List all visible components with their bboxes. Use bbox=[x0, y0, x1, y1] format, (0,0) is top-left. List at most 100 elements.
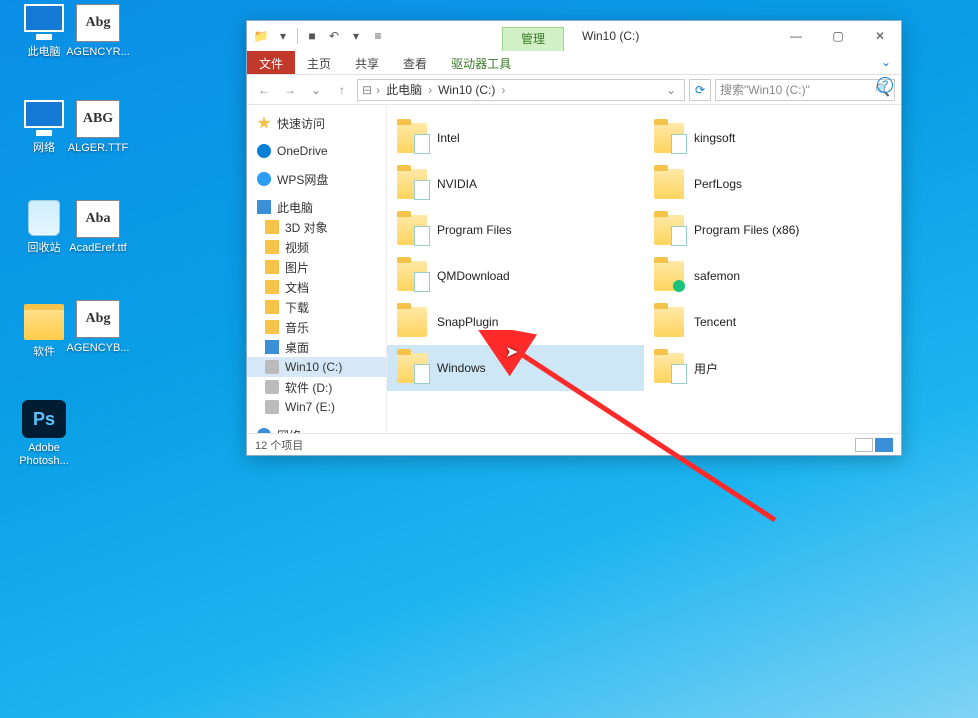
qat-pin[interactable]: ▾ bbox=[273, 26, 293, 46]
qat-undo[interactable]: ↶ bbox=[324, 26, 344, 46]
folder-icon bbox=[654, 307, 684, 337]
sidebar-wps[interactable]: WPS网盘 bbox=[247, 169, 386, 189]
folder-item[interactable]: PerfLogs bbox=[644, 161, 901, 207]
folder-item[interactable]: Program Files bbox=[387, 207, 644, 253]
chevron-right-icon: › bbox=[376, 83, 380, 97]
tab-share[interactable]: 共享 bbox=[343, 51, 391, 74]
status-text: 12 个项目 bbox=[255, 437, 303, 453]
minimize-button[interactable]: — bbox=[775, 21, 817, 51]
ribbon: 文件 主页 共享 查看 驱动器工具 ⌄ bbox=[247, 51, 901, 75]
tab-home[interactable]: 主页 bbox=[295, 51, 343, 74]
sidebar: 快速访问 OneDrive WPS网盘 此电脑 3D 对象 视频 图片 文档 下… bbox=[247, 105, 387, 433]
drive-icon: ⊟ bbox=[362, 83, 372, 97]
desktop-icon-font[interactable]: AbaAcadEref.ttf bbox=[62, 200, 134, 255]
ribbon-expand[interactable]: ⌄ bbox=[871, 51, 901, 74]
sidebar-drive-d[interactable]: 软件 (D:) bbox=[247, 377, 386, 397]
folder-icon bbox=[397, 169, 427, 199]
recycle-icon bbox=[22, 200, 66, 238]
folder-icon bbox=[654, 123, 684, 153]
drive-icon bbox=[265, 360, 279, 374]
tab-view[interactable]: 查看 bbox=[391, 51, 439, 74]
star-icon bbox=[257, 116, 271, 130]
cloud-icon bbox=[257, 172, 271, 186]
sidebar-item[interactable]: 下载 bbox=[247, 297, 386, 317]
desktop-icon-font[interactable]: AbgAGENCYB... bbox=[62, 300, 134, 355]
explorer-window: 📁 ▾ ■ ↶ ▾ ≡ 管理 Win10 (C:) — ▢ ✕ 文件 主页 共享… bbox=[246, 20, 902, 456]
folder-item[interactable]: 用户 bbox=[644, 345, 901, 391]
folder-item[interactable]: kingsoft bbox=[644, 115, 901, 161]
close-button[interactable]: ✕ bbox=[859, 21, 901, 51]
folder-item[interactable]: Tencent bbox=[644, 299, 901, 345]
folder-icon bbox=[654, 261, 684, 291]
view-details[interactable] bbox=[855, 438, 873, 452]
window-title: Win10 (C:) bbox=[564, 21, 639, 51]
nav-up[interactable]: ↑ bbox=[331, 79, 353, 101]
sidebar-item[interactable]: 文档 bbox=[247, 277, 386, 297]
sidebar-network[interactable]: 网络 bbox=[247, 425, 386, 433]
font-icon: Abg bbox=[76, 4, 120, 42]
sidebar-item[interactable]: 视频 bbox=[247, 237, 386, 257]
body: 快速访问 OneDrive WPS网盘 此电脑 3D 对象 视频 图片 文档 下… bbox=[247, 105, 901, 433]
sidebar-drive-c[interactable]: Win10 (C:) bbox=[247, 357, 386, 377]
breadcrumb-seg[interactable]: 此电脑 bbox=[384, 81, 424, 98]
refresh-button[interactable]: ⟳ bbox=[689, 79, 711, 101]
folder-item[interactable]: QMDownload bbox=[387, 253, 644, 299]
content-pane[interactable]: Intel kingsoft NVIDIA PerfLogs Program F… bbox=[387, 105, 901, 433]
view-icons[interactable] bbox=[875, 438, 893, 452]
drive-icon bbox=[265, 400, 279, 414]
desktop-icon-font[interactable]: AbgAGENCYR... bbox=[62, 4, 134, 59]
folder-icon bbox=[22, 304, 66, 342]
pc-icon bbox=[22, 4, 66, 42]
font-icon: ABG bbox=[76, 100, 120, 138]
folder-icon bbox=[397, 353, 427, 383]
sidebar-item[interactable]: 3D 对象 bbox=[247, 217, 386, 237]
folder-item[interactable]: NVIDIA bbox=[387, 161, 644, 207]
chevron-right-icon: › bbox=[428, 83, 432, 97]
qat-redo[interactable]: ▾ bbox=[346, 26, 366, 46]
folder-icon bbox=[265, 220, 279, 234]
search-box[interactable]: 搜索"Win10 (C:)" 🔍 bbox=[715, 79, 895, 101]
tab-file[interactable]: 文件 bbox=[247, 51, 295, 74]
qat-properties[interactable]: ■ bbox=[302, 26, 322, 46]
folder-icon bbox=[397, 123, 427, 153]
nav-forward[interactable]: → bbox=[279, 79, 301, 101]
qat-more[interactable]: ≡ bbox=[368, 26, 388, 46]
folder-icon bbox=[397, 261, 427, 291]
titlebar: 📁 ▾ ■ ↶ ▾ ≡ 管理 Win10 (C:) — ▢ ✕ bbox=[247, 21, 901, 51]
folder-item[interactable]: safemon bbox=[644, 253, 901, 299]
folder-item-windows[interactable]: Windows bbox=[387, 345, 644, 391]
folder-icon bbox=[654, 353, 684, 383]
font-icon: Aba bbox=[76, 200, 120, 238]
view-switcher bbox=[855, 438, 893, 452]
sidebar-onedrive[interactable]: OneDrive bbox=[247, 141, 386, 161]
address-bar[interactable]: ⊟ › 此电脑 › Win10 (C:) › ⌄ bbox=[357, 79, 685, 101]
folder-icon bbox=[397, 307, 427, 337]
maximize-button[interactable]: ▢ bbox=[817, 21, 859, 51]
tab-drive-tools[interactable]: 驱动器工具 bbox=[439, 51, 523, 74]
folder-icon bbox=[265, 300, 279, 314]
ribbon-context-tab[interactable]: 管理 bbox=[502, 27, 564, 51]
status-bar: 12 个项目 bbox=[247, 433, 901, 455]
sidebar-quick-access[interactable]: 快速访问 bbox=[247, 113, 386, 133]
address-dropdown[interactable]: ⌄ bbox=[662, 83, 680, 97]
help-icon[interactable]: ? bbox=[877, 77, 893, 93]
nav-back[interactable]: ← bbox=[253, 79, 275, 101]
font-icon: Abg bbox=[76, 300, 120, 338]
drive-icon bbox=[265, 380, 279, 394]
folder-item[interactable]: Intel bbox=[387, 115, 644, 161]
search-placeholder: 搜索"Win10 (C:)" bbox=[720, 81, 810, 98]
folder-grid: Intel kingsoft NVIDIA PerfLogs Program F… bbox=[387, 115, 901, 391]
desktop-icon-font[interactable]: ABGALGER.TTF bbox=[62, 100, 134, 155]
sidebar-item[interactable]: 桌面 bbox=[247, 337, 386, 357]
breadcrumb-seg[interactable]: Win10 (C:) bbox=[436, 83, 497, 97]
nav-recent[interactable]: ⌄ bbox=[305, 79, 327, 101]
sidebar-drive-e[interactable]: Win7 (E:) bbox=[247, 397, 386, 417]
folder-item[interactable]: SnapPlugin bbox=[387, 299, 644, 345]
sidebar-item[interactable]: 音乐 bbox=[247, 317, 386, 337]
folder-icon bbox=[654, 169, 684, 199]
desktop-icon-photoshop[interactable]: PsAdobe Photosh... bbox=[8, 400, 80, 468]
sidebar-thispc[interactable]: 此电脑 bbox=[247, 197, 386, 217]
folder-icon bbox=[265, 240, 279, 254]
folder-item[interactable]: Program Files (x86) bbox=[644, 207, 901, 253]
sidebar-item[interactable]: 图片 bbox=[247, 257, 386, 277]
